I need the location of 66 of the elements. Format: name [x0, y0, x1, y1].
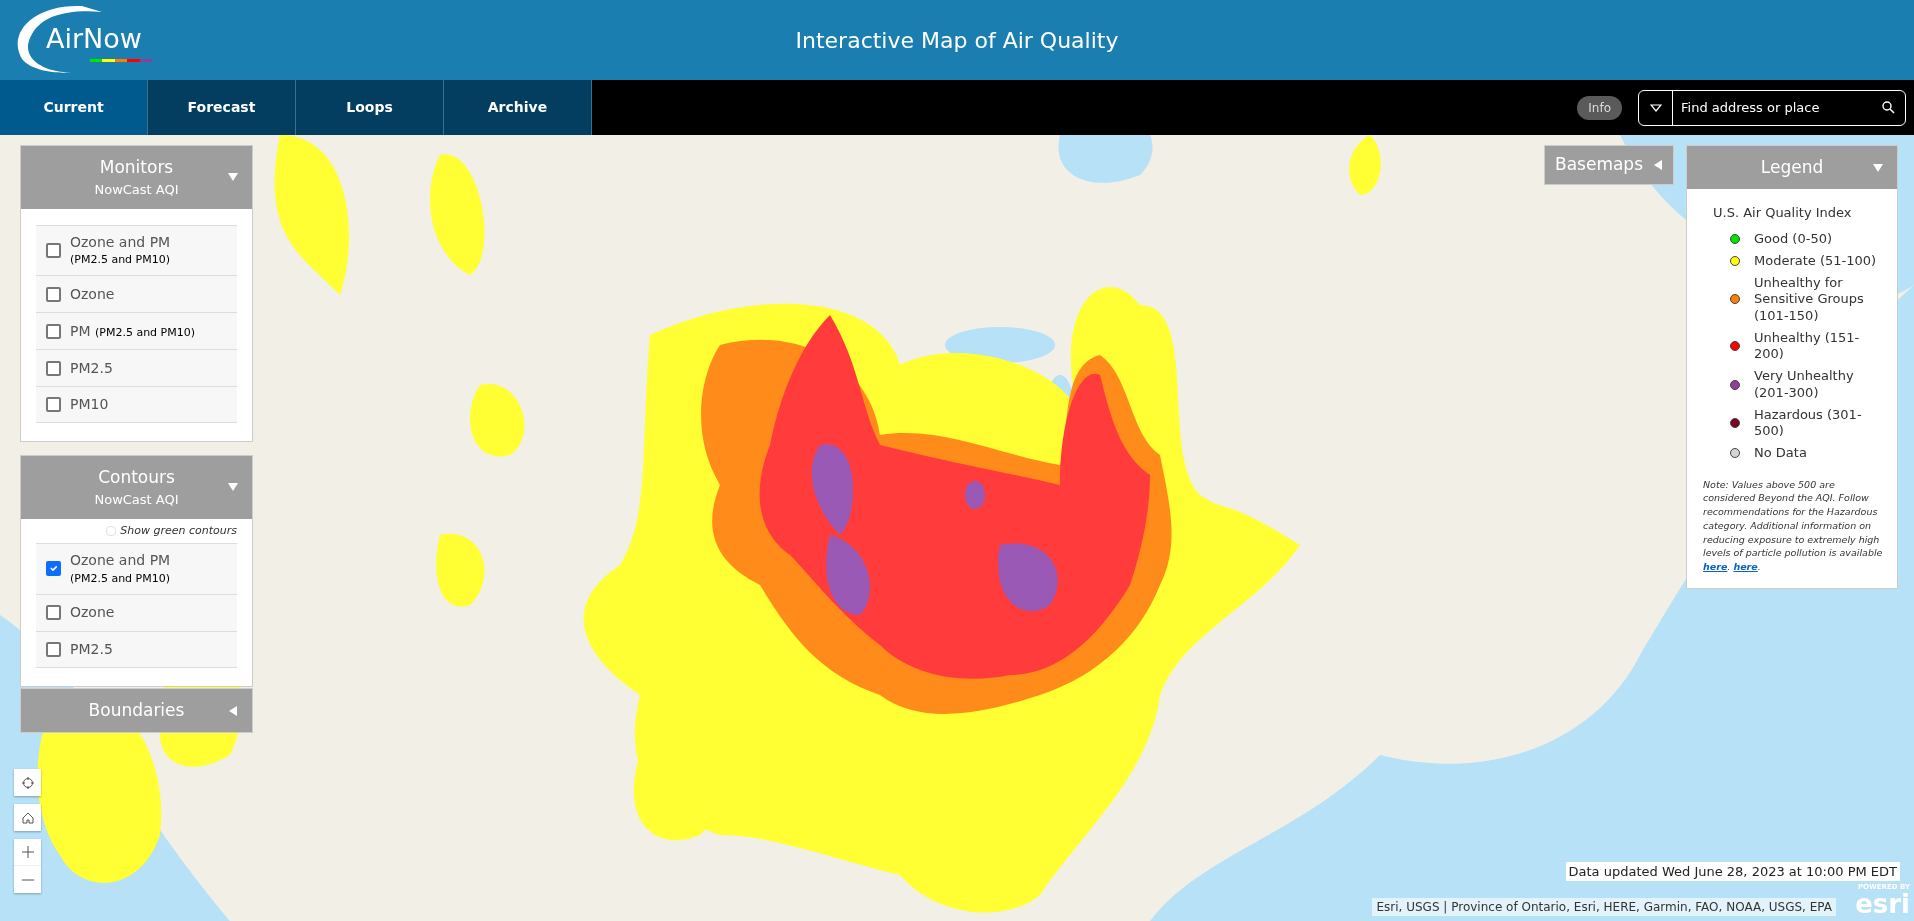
- panel-title: Contours: [98, 466, 175, 489]
- option-row[interactable]: PM2.5: [36, 630, 237, 668]
- legend-label: Good (0-50): [1754, 230, 1832, 247]
- search-bar[interactable]: Find address or place: [1638, 89, 1906, 126]
- option-label: PM2.5: [70, 640, 113, 658]
- option-row[interactable]: PM10: [36, 386, 237, 424]
- option-row[interactable]: Ozone and PM (PM2.5 and PM10): [36, 224, 237, 276]
- search-field[interactable]: Find address or place: [1673, 96, 1872, 119]
- tab[interactable]: Forecast: [148, 80, 296, 135]
- legend-label: Unhealthy (151-200): [1754, 329, 1861, 363]
- map-attribution: Esri, USGS | Province of Ontario, Esri, HERE, Garmin, FAO, NOAA, USGS, EPA: [1372, 898, 1836, 916]
- locate-button[interactable]: [14, 769, 41, 796]
- caret-down-icon[interactable]: [228, 482, 238, 493]
- option-label: PM (PM2.5 and PM10): [70, 322, 195, 340]
- panel-title: Monitors: [99, 156, 174, 179]
- tab[interactable]: Loops: [296, 80, 444, 135]
- crosshair-icon: [21, 776, 34, 789]
- checkbox[interactable]: [46, 242, 61, 258]
- option-label: Ozone: [70, 285, 115, 303]
- zoom-in-button[interactable]: [14, 839, 41, 866]
- checkbox[interactable]: [46, 641, 61, 657]
- home-icon: [21, 811, 34, 824]
- legend-label: Moderate (51-100): [1754, 252, 1877, 269]
- dropdown-icon[interactable]: [1650, 103, 1662, 112]
- zoom-out-button[interactable]: [14, 866, 41, 893]
- checkbox-label: Show green contours: [120, 522, 237, 539]
- here-link[interactable]: here: [1733, 561, 1758, 573]
- caret-down-icon[interactable]: [228, 172, 238, 183]
- panel-title: Legend: [1760, 156, 1824, 179]
- legend-label: No Data: [1754, 445, 1807, 462]
- option-label: Ozone: [70, 604, 115, 621]
- option-row[interactable]: PM (PM2.5 and PM10): [36, 312, 237, 350]
- checkbox[interactable]: [46, 323, 61, 339]
- option-label: Ozone and PM (PM2.5 and PM10): [70, 552, 171, 586]
- option-row[interactable]: Ozone: [36, 593, 237, 631]
- option-row[interactable]: Ozone: [36, 275, 237, 313]
- option-label: PM2.5: [70, 359, 113, 377]
- checkbox[interactable]: [46, 561, 61, 577]
- checkbox[interactable]: [46, 605, 61, 621]
- checkbox[interactable]: [46, 286, 61, 302]
- caret-left-icon[interactable]: [228, 705, 238, 716]
- option-label: Ozone and PM (PM2.5 and PM10): [70, 233, 171, 268]
- tab[interactable]: Current: [0, 80, 148, 135]
- option-row[interactable]: Ozone and PM (PM2.5 and PM10): [36, 543, 237, 594]
- option-label: PM10: [70, 396, 109, 413]
- info-button[interactable]: Info: [1577, 95, 1622, 120]
- checkbox[interactable]: [46, 360, 61, 376]
- legend-label: Hazardous (301-500): [1754, 406, 1863, 440]
- page-title: Interactive Map of Air Quality: [795, 26, 1119, 55]
- airnow-logo: AirNow: [12, 4, 157, 76]
- caret-left-icon[interactable]: [1653, 159, 1663, 170]
- panel-title: Boundaries: [88, 699, 185, 722]
- checkbox[interactable]: [46, 397, 61, 413]
- legend-label: Unhealthy for Sensitive Groups (101-150): [1754, 275, 1865, 324]
- minus-icon: [21, 878, 34, 881]
- home-button[interactable]: [14, 804, 41, 831]
- legend-label: Very Unhealthy (201-300): [1754, 368, 1855, 401]
- plus-icon: [21, 846, 34, 858]
- tab[interactable]: Archive: [444, 80, 592, 135]
- panel-subtitle: NowCast AQI: [93, 491, 180, 509]
- panel-subtitle: NowCast AQI: [93, 181, 180, 199]
- caret-down-icon[interactable]: [1873, 162, 1883, 173]
- search-icon[interactable]: [1882, 101, 1895, 114]
- legend-heading: U.S. Air Quality Index: [1712, 204, 1853, 222]
- legend-note: Note: Values above 500 are considered Beyond the AQI. Follow recommendations for the Hazardous category. Additional information on reducing exposure to extremely high levels of particle pollution is available here. here.: [1703, 477, 1883, 574]
- option-row[interactable]: PM2.5: [36, 349, 237, 387]
